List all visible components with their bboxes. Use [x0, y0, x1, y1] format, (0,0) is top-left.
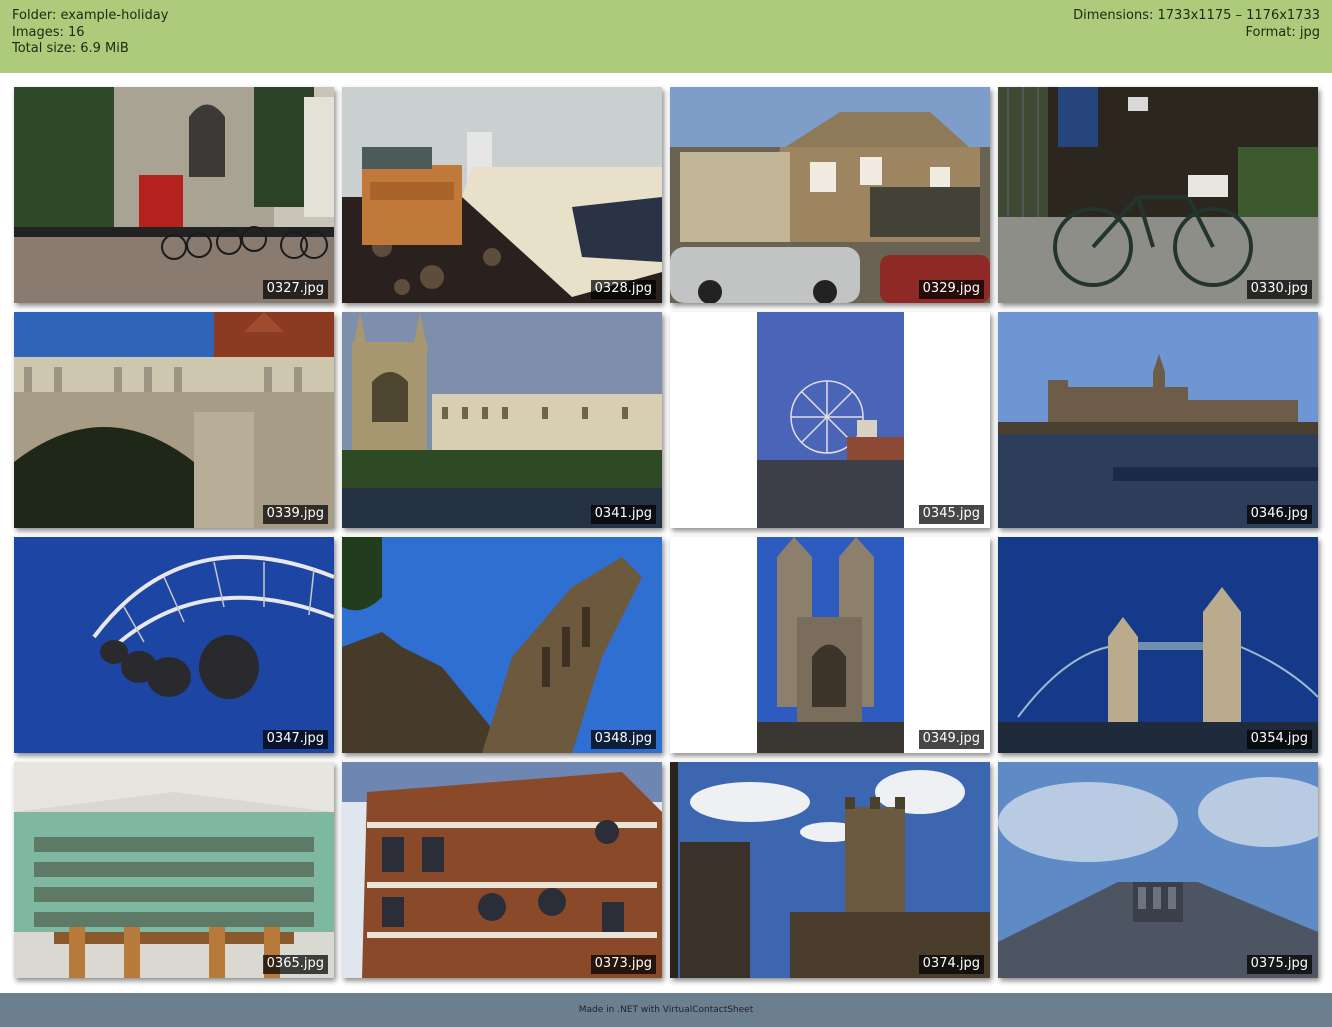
photo-tower-looking-up [998, 762, 1318, 978]
photo-college-by-river [342, 312, 662, 528]
photo-red-brick-building [342, 762, 662, 978]
thumbnail-0345[interactable]: 0345.jpg [670, 312, 990, 528]
filename-label: 0365.jpg [262, 955, 328, 974]
filename-label: 0341.jpg [590, 505, 656, 524]
filename-label: 0345.jpg [918, 505, 984, 524]
filename-label: 0374.jpg [918, 955, 984, 974]
photo-wheel-capsules [14, 537, 334, 753]
filename-label: 0349.jpg [918, 730, 984, 749]
photo-gothic-tower [342, 537, 662, 753]
photo-parliament-river [998, 312, 1318, 528]
photo-tower-bridge [998, 537, 1318, 753]
photo-brick-house-with-cars [670, 87, 990, 303]
photo-bicycle-by-fence [998, 87, 1318, 303]
thumbnail-0354[interactable]: 0354.jpg [998, 537, 1318, 753]
thumbnail-0328[interactable]: 0328.jpg [342, 87, 662, 303]
filename-label: 0346.jpg [1246, 505, 1312, 524]
photo-church-tower-clouds [670, 762, 990, 978]
thumbnail-0330[interactable]: 0330.jpg [998, 87, 1318, 303]
thumbnail-0365[interactable]: 0365.jpg [14, 762, 334, 978]
photo-bedroom [342, 87, 662, 303]
thumbnail-0373[interactable]: 0373.jpg [342, 762, 662, 978]
footer-credit: Made in .NET with VirtualContactSheet [0, 993, 1332, 1027]
thumbnail-0339[interactable]: 0339.jpg [14, 312, 334, 528]
thumbnail-0329[interactable]: 0329.jpg [670, 87, 990, 303]
photo-ferris-wheel [757, 312, 904, 528]
photo-abbey-towers [757, 537, 904, 753]
filename-label: 0375.jpg [1246, 955, 1312, 974]
filename-label: 0354.jpg [1246, 730, 1312, 749]
filename-label: 0330.jpg [1246, 280, 1312, 299]
thumbnail-0327[interactable]: 0327.jpg [14, 87, 334, 303]
thumbnail-0349[interactable]: 0349.jpg [670, 537, 990, 753]
filename-label: 0327.jpg [262, 280, 328, 299]
photo-library-interior [14, 762, 334, 978]
filename-label: 0373.jpg [590, 955, 656, 974]
thumbnail-0348[interactable]: 0348.jpg [342, 537, 662, 753]
filename-label: 0347.jpg [262, 730, 328, 749]
thumbnail-0374[interactable]: 0374.jpg [670, 762, 990, 978]
filename-label: 0328.jpg [590, 280, 656, 299]
photo-church-with-bicycles [14, 87, 334, 303]
thumbnail-grid: 0327.jpg 0328.jpg 0329.jpg 0330.jpg 0339… [0, 0, 1332, 1027]
thumbnail-0341[interactable]: 0341.jpg [342, 312, 662, 528]
thumbnail-0375[interactable]: 0375.jpg [998, 762, 1318, 978]
thumbnail-0347[interactable]: 0347.jpg [14, 537, 334, 753]
photo-stone-bridge [14, 312, 334, 528]
filename-label: 0339.jpg [262, 505, 328, 524]
filename-label: 0329.jpg [918, 280, 984, 299]
filename-label: 0348.jpg [590, 730, 656, 749]
thumbnail-0346[interactable]: 0346.jpg [998, 312, 1318, 528]
